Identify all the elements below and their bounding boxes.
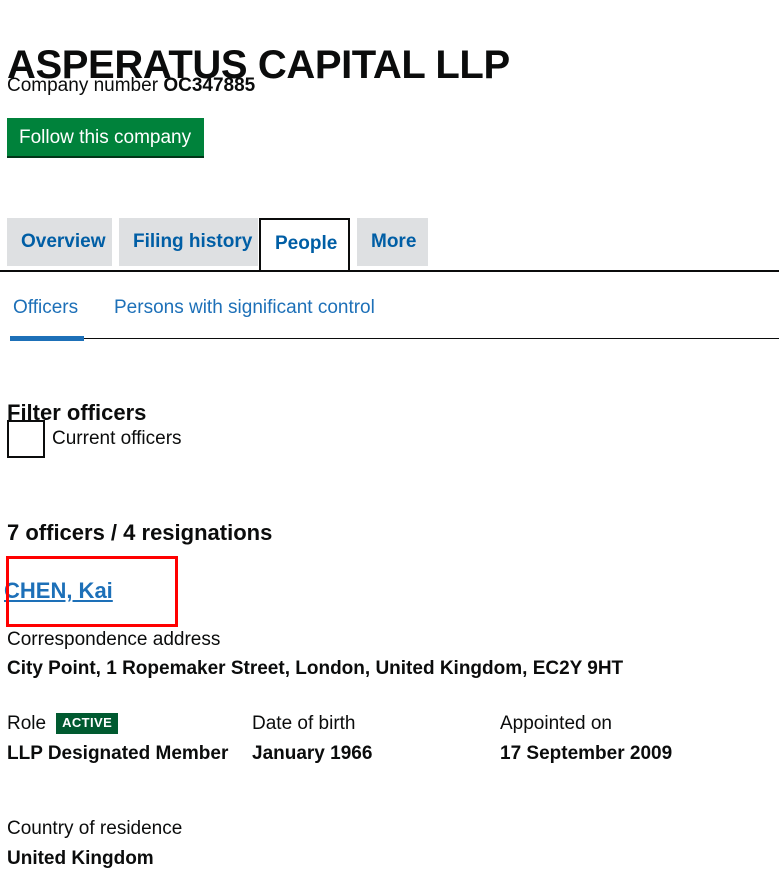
officer-name-link[interactable]: CHEN, Kai — [4, 577, 113, 605]
tab-overview[interactable]: Overview — [7, 218, 112, 266]
tabs-bottom-rule — [0, 270, 779, 272]
officer-appointed-column: Appointed on 17 September 2009 — [500, 712, 672, 766]
primary-tabs: Overview Filing history People More — [0, 218, 779, 272]
correspondence-address-label: Correspondence address — [7, 629, 221, 650]
subtab-officers[interactable]: Officers — [13, 296, 78, 320]
tab-people[interactable]: People — [259, 218, 350, 270]
subtab-persons-with-significant-control[interactable]: Persons with significant control — [114, 296, 375, 320]
follow-company-button[interactable]: Follow this company — [7, 118, 205, 158]
tab-filing-history[interactable]: Filing history — [119, 218, 258, 266]
company-number-value: OC347885 — [163, 75, 256, 96]
role-label: Role — [7, 713, 47, 734]
subtab-active-underline — [10, 336, 84, 341]
correspondence-address-value: City Point, 1 Ropemaker Street, London, … — [7, 658, 624, 679]
appointed-on-value: 17 September 2009 — [500, 743, 673, 764]
subtab-divider-rule — [84, 338, 779, 339]
role-label-group: Role ACTIVE — [7, 712, 228, 736]
company-number-label: Company number — [7, 75, 159, 96]
appointed-on-label: Appointed on — [500, 713, 612, 734]
country-of-residence-value: United Kingdom — [7, 848, 154, 869]
date-of-birth-label: Date of birth — [252, 713, 356, 734]
officer-dob-column: Date of birth January 1966 — [252, 712, 372, 766]
current-officers-checkbox[interactable] — [7, 420, 45, 458]
date-of-birth-value: January 1966 — [252, 743, 373, 764]
tab-more[interactable]: More — [357, 218, 428, 266]
officers-count-heading: 7 officers / 4 resignations — [7, 520, 273, 546]
company-number: Company number OC347885 — [7, 74, 255, 98]
role-value: LLP Designated Member — [7, 743, 229, 764]
current-officers-label[interactable]: Current officers — [52, 427, 182, 451]
officer-residence-column: Country of residence United Kingdom — [7, 817, 182, 871]
status-badge: ACTIVE — [56, 713, 119, 734]
people-subtabs: Officers Persons with significant contro… — [0, 296, 779, 344]
officer-role-column: Role ACTIVE LLP Designated Member — [7, 712, 228, 766]
country-of-residence-label: Country of residence — [7, 818, 183, 839]
